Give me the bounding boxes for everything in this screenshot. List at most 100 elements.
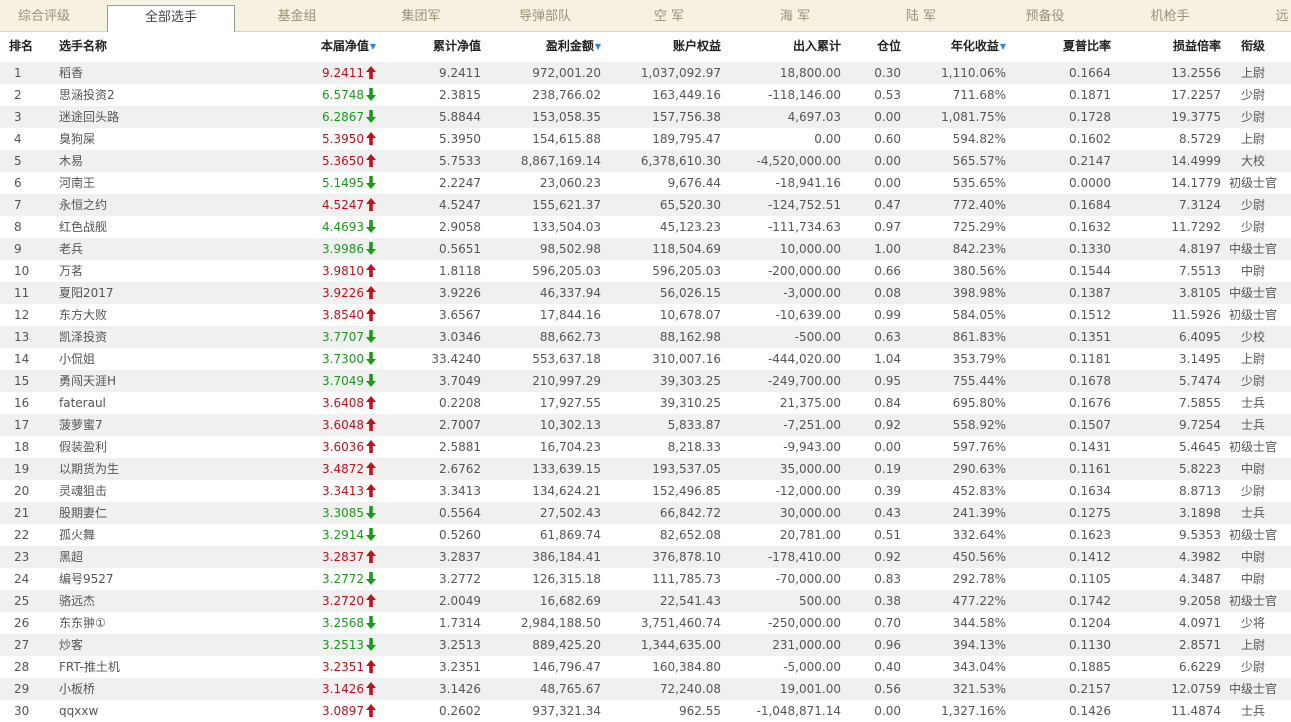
column-header-nav[interactable]: 本届净值▼	[270, 32, 376, 61]
tab-2[interactable]: 基金组	[236, 0, 358, 31]
table-row[interactable]: 16 fateraul 3.6408 0.2208 17,927.55 39,310.25…	[0, 392, 1291, 414]
tab-4[interactable]: 导弹部队	[484, 0, 606, 31]
table-row[interactable]: 2 思涵投资2 6.5748 2.3815 238,766.02 163,449.16 -1…	[0, 84, 1291, 106]
cell-name[interactable]: 思涵投资2	[59, 84, 219, 106]
cell-name[interactable]: 骆远杰	[59, 590, 219, 612]
table-row[interactable]: 3 迷途回头路 6.2867 5.8844 153,058.35 157,756.38 4,…	[0, 106, 1291, 128]
cell-pl-ratio: 6.6229	[1179, 660, 1221, 674]
cell-name[interactable]: 假装盈利	[59, 436, 219, 458]
table-row[interactable]: 13 凯泽投资 3.7707 3.0346 88,662.73 88,162.98 -500…	[0, 326, 1291, 348]
cell-position: 0.83	[874, 572, 901, 586]
table-row[interactable]: 19 以期货为生 3.4872 2.6762 133,639.15 193,537.05 3…	[0, 458, 1291, 480]
cell-name[interactable]: 小侃姐	[59, 348, 219, 370]
cell-name[interactable]: 老兵	[59, 238, 219, 260]
table-row[interactable]: 7 永恒之约 4.5247 4.5247 155,621.37 65,520.30 -124…	[0, 194, 1291, 216]
cell-name[interactable]: 炒客	[59, 634, 219, 656]
cell-name[interactable]: 凯泽投资	[59, 326, 219, 348]
table-row[interactable]: 21 股期妻仁 3.3085 0.5564 27,502.43 66,842.72 30,0…	[0, 502, 1291, 524]
table-row[interactable]: 26 东东翀① 3.2568 1.7314 2,984,188.50 3,751,460.…	[0, 612, 1291, 634]
table-row[interactable]: 6 河南王 5.1495 2.2247 23,060.23 9,676.44 -18,941…	[0, 172, 1291, 194]
cell-pl-ratio: 2.8571	[1179, 638, 1221, 652]
table-row[interactable]: 28 FRT-推土机 3.2351 3.2351 146,796.47 160,384.8…	[0, 656, 1291, 678]
table-row[interactable]: 30 qqxxw 3.0897 0.2602 937,321.34 962.55 -1,04…	[0, 700, 1291, 722]
cell-name[interactable]: 万茗	[59, 260, 219, 282]
cell-cum-nav: 3.6567	[439, 308, 481, 322]
table-row[interactable]: 15 勇闯天涯H 3.7049 3.7049 210,997.29 39,303.25 -2…	[0, 370, 1291, 392]
table-row[interactable]: 12 东方大败 3.8540 3.6567 17,844.16 10,678.07 -10,…	[0, 304, 1291, 326]
sort-indicator-icon[interactable]: ▼	[370, 42, 376, 51]
cell-rank: 15	[14, 374, 30, 388]
cell-name[interactable]: 木易	[59, 150, 219, 172]
cell-name[interactable]: 稻香	[59, 62, 219, 84]
cell-name[interactable]: 东东翀①	[59, 612, 219, 634]
tab-6[interactable]: 海 军	[732, 0, 858, 31]
cell-cum-nav: 5.7533	[439, 154, 481, 168]
cell-name[interactable]: 灵魂狙击	[59, 480, 219, 502]
table-row[interactable]: 27 炒客 3.2513 3.2513 889,425.20 1,344,635.00 23…	[0, 634, 1291, 656]
table-row[interactable]: 25 骆远杰 3.2720 2.0049 16,682.69 22,541.43 500.0…	[0, 590, 1291, 612]
cell-annual: 755.44%	[952, 374, 1006, 388]
sort-indicator-icon[interactable]: ▼	[1000, 42, 1006, 51]
table-row[interactable]: 4 臭狗屎 5.3950 5.3950 154,615.88 189,795.47 0.00…	[0, 128, 1291, 150]
cell-name[interactable]: 菠萝蜜7	[59, 414, 219, 436]
cell-annual: 711.68%	[952, 88, 1006, 102]
tab-10[interactable]: 远	[1262, 0, 1291, 31]
table-row[interactable]: 11 夏阳2017 3.9226 3.9226 46,337.94 56,026.15 -3…	[0, 282, 1291, 304]
cell-name[interactable]: 臭狗屎	[59, 128, 219, 150]
cell-rank-title: 中尉	[1240, 264, 1265, 278]
tab-0[interactable]: 综合评级	[0, 0, 88, 31]
tab-1[interactable]: 全部选手	[107, 5, 235, 33]
cell-position: 0.53	[874, 88, 901, 102]
cell-nav: 4.5247	[270, 194, 376, 216]
tab-3[interactable]: 集团军	[360, 0, 482, 31]
table-row[interactable]: 10 万茗 3.9810 1.8118 596,205.03 596,205.03 -200…	[0, 260, 1291, 282]
cell-name[interactable]: 编号9527	[59, 568, 219, 590]
table-row[interactable]: 1 稻香 9.2411 9.2411 972,001.20 1,037,092.97 18,…	[0, 62, 1291, 84]
cell-name[interactable]: 以期货为生	[59, 458, 219, 480]
cell-name[interactable]: 小板桥	[59, 678, 219, 700]
table-row[interactable]: 24 编号9527 3.2772 3.2772 126,315.18 111,785.73…	[0, 568, 1291, 590]
cell-name[interactable]: 勇闯天涯H	[59, 370, 219, 392]
table-row[interactable]: 29 小板桥 3.1426 3.1426 48,765.67 72,240.08 19,00…	[0, 678, 1291, 700]
cell-name[interactable]: qqxxw	[59, 700, 219, 722]
cell-flow: 21,375.00	[779, 396, 841, 410]
cell-name[interactable]: 黑超	[59, 546, 219, 568]
column-header-annual[interactable]: 年化收益▼	[900, 32, 1006, 61]
tab-8[interactable]: 预备役	[984, 0, 1106, 31]
table-row[interactable]: 9 老兵 3.9986 0.5651 98,502.98 118,504.69 10,000…	[0, 238, 1291, 260]
column-header-label: 年化收益	[950, 39, 999, 53]
table-row[interactable]: 14 小侃姐 3.7300 33.4240 553,637.18 310,007.16 -4…	[0, 348, 1291, 370]
table-row[interactable]: 17 菠萝蜜7 3.6048 2.7007 10,302.13 5,833.87 -7,25…	[0, 414, 1291, 436]
cell-name[interactable]: 东方大败	[59, 304, 219, 326]
cell-name[interactable]: 迷途回头路	[59, 106, 219, 128]
cell-name[interactable]: 河南王	[59, 172, 219, 194]
cell-name[interactable]: 夏阳2017	[59, 282, 219, 304]
tab-5[interactable]: 空 军	[608, 0, 730, 31]
cell-cum-nav: 0.5260	[439, 528, 481, 542]
column-header-rank-title: 衔级	[1228, 32, 1278, 60]
cell-sharpe: 0.1204	[1069, 616, 1111, 630]
table-row[interactable]: 23 黑超 3.2837 3.2837 386,184.41 376,878.10 -178…	[0, 546, 1291, 568]
table-row[interactable]: 5 木易 5.3650 5.7533 8,867,169.14 6,378,610.30 -…	[0, 150, 1291, 172]
cell-name[interactable]: fateraul	[59, 392, 219, 414]
table-row[interactable]: 18 假装盈利 3.6036 2.5881 16,704.23 8,218.33 -9,94…	[0, 436, 1291, 458]
cell-nav: 3.2837	[270, 546, 376, 568]
cell-nav: 3.2513	[270, 634, 376, 656]
table-row[interactable]: 8 红色战舰 4.4693 2.9058 133,504.03 45,123.23 -111…	[0, 216, 1291, 238]
cell-name[interactable]: 红色战舰	[59, 216, 219, 238]
tab-9[interactable]: 机枪手	[1106, 0, 1234, 31]
cell-rank: 19	[14, 462, 30, 476]
cell-nav: 3.9810	[270, 260, 376, 282]
cell-name[interactable]: 孤火舞	[59, 524, 219, 546]
cell-pl-ratio: 7.5855	[1179, 396, 1221, 410]
table-row[interactable]: 22 孤火舞 3.2914 0.5260 61,869.74 82,652.08 20,78…	[0, 524, 1291, 546]
cell-name[interactable]: 永恒之约	[59, 194, 219, 216]
cell-name[interactable]: 股期妻仁	[59, 502, 219, 524]
cell-position: 0.08	[874, 286, 901, 300]
cell-nav: 6.5748	[270, 84, 376, 106]
cell-name[interactable]: FRT-推土机	[59, 656, 219, 678]
table-row[interactable]: 20 灵魂狙击 3.3413 3.3413 134,624.21 152,496.85 -1…	[0, 480, 1291, 502]
cell-profit: 2,984,188.50	[520, 616, 601, 630]
tab-7[interactable]: 陆 军	[858, 0, 984, 31]
column-header-profit[interactable]: 盈利金额▼	[480, 32, 601, 61]
